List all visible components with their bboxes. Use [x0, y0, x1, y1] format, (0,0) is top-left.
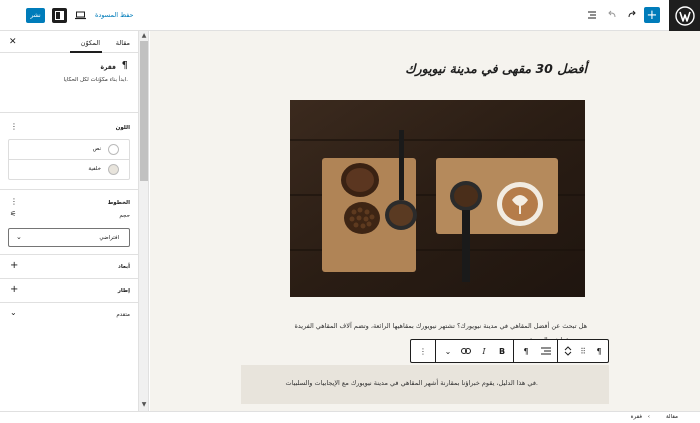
preview-button[interactable] [72, 7, 88, 23]
drag-handle[interactable]: ⠿ [577, 340, 589, 362]
typography-panel-title: الخطوط [107, 200, 130, 206]
block-breadcrumb: مقالة ‹ فقرة [0, 411, 700, 423]
list-view-icon [588, 11, 596, 19]
dimensions-panel-title: أبعاد [118, 264, 130, 270]
color-panel-title: اللون [115, 125, 130, 131]
featured-image[interactable] [290, 100, 585, 297]
settings-sliders-icon: ⚟ [10, 210, 17, 218]
toolbar-separator [435, 340, 436, 362]
font-size-select[interactable]: افتراضي ⌄ [8, 228, 130, 247]
plus-icon: + [646, 7, 658, 23]
link-icon [461, 348, 471, 354]
block-card: ¶ فقرة ابدأ بناء مكوّنات لكل الحكايا. [0, 53, 138, 113]
close-icon: ✕ [9, 37, 17, 47]
sidebar-tabs: مقالة المكوّن ✕ [0, 31, 138, 53]
redo-button[interactable] [624, 7, 640, 23]
redo-icon [628, 10, 636, 18]
more-vertical-icon: ⋮ [419, 346, 427, 356]
settings-sidebar-toggle[interactable] [52, 8, 67, 23]
post-title[interactable]: أفضل 30 مقهى في مدينة نيويورك [405, 61, 587, 76]
chevron-up-down-icon [564, 346, 572, 356]
font-size-custom-button[interactable]: ⚟ [10, 210, 16, 218]
color-item-label: نص [92, 146, 101, 152]
color-item-text[interactable]: نص [9, 140, 129, 160]
undo-icon [608, 10, 616, 18]
block-toolbar: ⋮ ⌄ I B ¶ ⠿ ¶ [410, 339, 609, 363]
sidebar-icon [55, 11, 64, 20]
italic-icon: I [482, 346, 486, 356]
tab-post[interactable]: مقالة [116, 39, 130, 47]
color-item-background[interactable]: خلفية [9, 160, 129, 180]
color-list: نص خلفية [8, 139, 130, 180]
top-toolbar: + نشر حفظ المسودة [0, 0, 700, 31]
block-description: ابدأ بناء مكوّنات لكل الحكايا. [63, 77, 128, 83]
italic-button[interactable]: I [475, 340, 493, 362]
scrollbar-thumb[interactable] [140, 41, 148, 181]
plus-icon: + [10, 260, 19, 271]
chevron-left-icon: ‹ [647, 414, 650, 420]
coffee-photo [290, 100, 585, 297]
more-options-button[interactable]: ⋮ [411, 340, 435, 362]
font-size-value: افتراضي [99, 235, 119, 241]
paragraph-text: في هذا الدليل، يقوم خبراؤنا بمقارنة أشهر… [285, 379, 538, 387]
advanced-panel-title: متقدم [116, 312, 130, 318]
bold-icon: B [498, 346, 506, 356]
color-swatch [108, 164, 119, 175]
advanced-panel[interactable]: متقدم ⌄ [0, 303, 138, 327]
add-block-button[interactable]: + [644, 7, 660, 23]
font-size-label: حجم [119, 213, 130, 219]
typography-options-button[interactable]: ⋮ [10, 198, 18, 206]
breadcrumb-item-post[interactable]: مقالة [666, 414, 678, 420]
border-panel[interactable]: إطار + [0, 279, 138, 303]
tab-block[interactable]: المكوّن [81, 39, 100, 47]
drag-handle-icon: ⠿ [580, 346, 586, 356]
block-type-button[interactable]: ¶ [589, 340, 609, 362]
save-draft-button[interactable]: حفظ المسودة [95, 11, 134, 19]
close-sidebar-button[interactable]: ✕ [9, 37, 17, 47]
align-icon [541, 347, 551, 355]
color-swatch [108, 144, 119, 155]
scroll-up-icon[interactable]: ▲ [139, 32, 149, 39]
scroll-down-icon[interactable]: ▼ [139, 401, 149, 408]
wordpress-icon [674, 5, 695, 26]
selected-paragraph-block[interactable]: في هذا الدليل، يقوم خبراؤنا بمقارنة أشهر… [241, 365, 609, 404]
chevron-down-icon: ⌄ [16, 233, 22, 241]
text-direction-button[interactable]: ¶ [516, 340, 536, 362]
chevron-down-icon: ⌄ [444, 346, 452, 356]
paragraph-icon: ¶ [121, 60, 128, 71]
bold-button[interactable]: B [493, 340, 511, 362]
paragraph-icon: ¶ [596, 346, 602, 356]
publish-button[interactable]: نشر [26, 8, 45, 23]
more-formats-button[interactable]: ⌄ [439, 340, 457, 362]
laptop-icon [74, 11, 86, 19]
toolbar-separator [557, 340, 558, 362]
dimensions-panel[interactable]: أبعاد + [0, 255, 138, 279]
link-button[interactable] [457, 340, 475, 362]
toolbar-separator [513, 340, 514, 362]
breadcrumb-item-paragraph[interactable]: فقرة [631, 414, 642, 420]
align-button[interactable] [536, 340, 556, 362]
color-item-label: خلفية [88, 166, 101, 172]
plus-icon: + [10, 284, 19, 295]
border-panel-title: إطار [117, 288, 130, 294]
color-options-button[interactable]: ⋮ [10, 123, 18, 131]
undo-button[interactable] [604, 7, 620, 23]
block-title: فقرة [100, 64, 116, 71]
wordpress-logo-button[interactable] [669, 0, 700, 31]
chevron-down-icon: ⌄ [10, 308, 17, 317]
typography-panel: الخطوط ⋮ حجم ⚟ افتراضي ⌄ [0, 190, 138, 255]
color-panel: اللون ⋮ نص خلفية [0, 113, 138, 190]
document-overview-button[interactable] [584, 7, 600, 23]
sidebar-scrollbar[interactable]: ▲ ▼ [139, 31, 149, 411]
more-vertical-icon: ⋮ [10, 122, 18, 131]
more-vertical-icon: ⋮ [10, 197, 18, 206]
move-block-button[interactable] [559, 340, 577, 362]
paragraph-rtl-icon: ¶ [523, 346, 529, 356]
settings-sidebar: مقالة المكوّن ✕ ¶ فقرة ابدأ بناء مكوّنات… [0, 31, 139, 411]
